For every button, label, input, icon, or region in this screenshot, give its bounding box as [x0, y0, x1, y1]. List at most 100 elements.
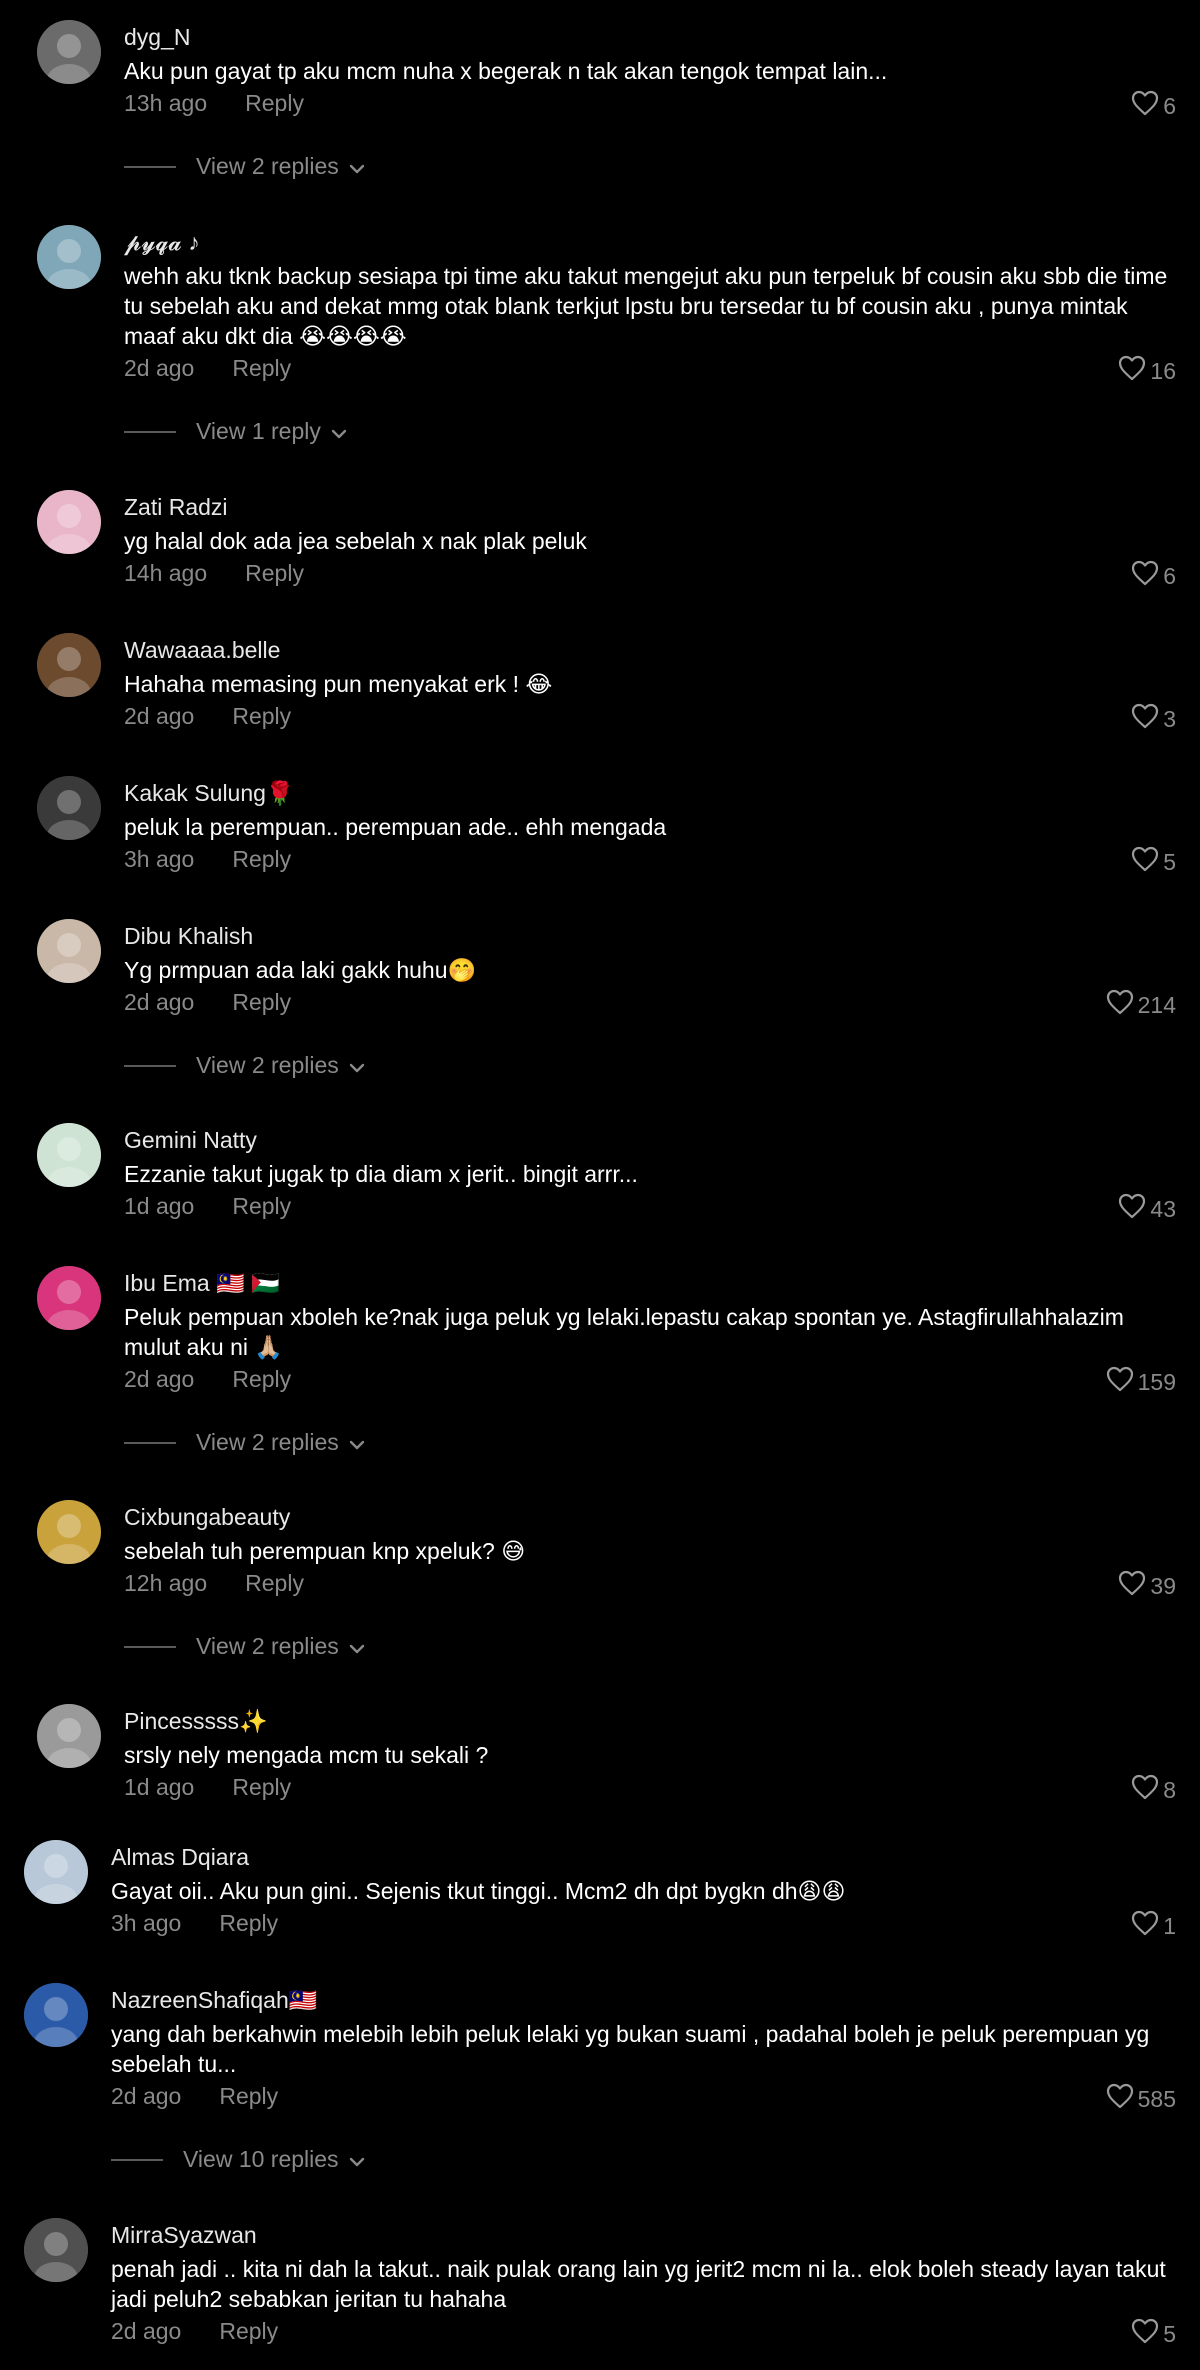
- comment-meta: 2d ago Reply: [124, 703, 291, 730]
- comment-timestamp: 3h ago: [111, 1910, 182, 1936]
- avatar[interactable]: [37, 1704, 101, 1768]
- comment-username[interactable]: Dibu Khalish: [124, 923, 253, 950]
- comment-username[interactable]: Ibu Ema 🇲🇾 🇵🇸: [124, 1270, 280, 1297]
- reply-button[interactable]: Reply: [219, 2318, 278, 2344]
- reply-button[interactable]: Reply: [232, 355, 291, 381]
- avatar-image: [37, 1266, 101, 1330]
- reply-button[interactable]: Reply: [232, 1774, 291, 1800]
- avatar-image: [37, 919, 101, 983]
- like-button[interactable]: 1: [1131, 1910, 1176, 1942]
- reply-button[interactable]: Reply: [232, 1193, 291, 1219]
- comment-username[interactable]: Gemini Natty: [124, 1127, 257, 1154]
- comment-text: Yg prmpuan ada laki gakk huhu🤭: [124, 957, 477, 983]
- comment-username[interactable]: dyg_N: [124, 24, 190, 51]
- comment-timestamp: 3h ago: [124, 846, 195, 872]
- avatar[interactable]: [37, 490, 101, 554]
- divider: [124, 1645, 176, 1648]
- comment-timestamp: 2d ago: [124, 1366, 195, 1392]
- chevron-down-icon: [339, 1633, 365, 1660]
- avatar-image: [37, 1500, 101, 1564]
- like-button[interactable]: 6: [1131, 560, 1176, 592]
- view-replies-label: View 1 reply: [196, 418, 321, 444]
- avatar[interactable]: [37, 776, 101, 840]
- like-button[interactable]: 5: [1131, 2318, 1176, 2350]
- comment-meta: 14h ago Reply: [124, 560, 304, 587]
- like-button[interactable]: 585: [1106, 2083, 1176, 2115]
- avatar[interactable]: [37, 1123, 101, 1187]
- reply-button[interactable]: Reply: [219, 2083, 278, 2109]
- comment-username[interactable]: 𝓹𝔂𝓺𝓪 ♪: [124, 229, 200, 256]
- chevron-down-icon: [339, 1429, 365, 1456]
- view-replies-button[interactable]: View 2 replies: [124, 153, 365, 180]
- view-replies-button[interactable]: View 2 replies: [124, 1633, 365, 1660]
- avatar[interactable]: [24, 1983, 88, 2047]
- heart-outline-icon: [1131, 1910, 1159, 1942]
- view-replies-label: View 10 replies: [183, 2146, 339, 2172]
- comment-username[interactable]: MirraSyazwan: [111, 2222, 257, 2249]
- divider: [124, 430, 176, 433]
- comment-meta: 12h ago Reply: [124, 1570, 304, 1597]
- comment-username[interactable]: Almas Dqiara: [111, 1844, 249, 1871]
- heart-outline-icon: [1131, 846, 1159, 878]
- heart-outline-icon: [1106, 989, 1134, 1021]
- comment-text: Aku pun gayat tp aku mcm nuha x begerak …: [124, 58, 888, 84]
- comment-username[interactable]: Kakak Sulung🌹: [124, 780, 295, 807]
- avatar[interactable]: [37, 1266, 101, 1330]
- reply-button[interactable]: Reply: [245, 1570, 304, 1596]
- view-replies-button[interactable]: View 2 replies: [124, 1052, 365, 1079]
- avatar-image: [37, 1704, 101, 1768]
- like-count: 8: [1163, 1776, 1176, 1803]
- comment-username[interactable]: Cixbungabeauty: [124, 1504, 290, 1531]
- comment-username[interactable]: Pincesssss✨: [124, 1708, 268, 1735]
- reply-button[interactable]: Reply: [232, 989, 291, 1015]
- avatar[interactable]: [37, 1500, 101, 1564]
- like-count: 16: [1150, 357, 1176, 384]
- divider: [111, 2158, 163, 2161]
- avatar-image: [37, 633, 101, 697]
- like-button[interactable]: 39: [1118, 1570, 1176, 1602]
- avatar[interactable]: [24, 1840, 88, 1904]
- view-replies-button[interactable]: View 1 reply: [124, 418, 347, 445]
- comment-text: peluk la perempuan.. perempuan ade.. ehh…: [124, 814, 667, 840]
- heart-outline-icon: [1131, 560, 1159, 592]
- chevron-down-icon: [339, 1052, 365, 1079]
- like-button[interactable]: 8: [1131, 1774, 1176, 1806]
- avatar[interactable]: [37, 633, 101, 697]
- comment-meta: 2d ago Reply: [124, 355, 291, 382]
- avatar[interactable]: [24, 2218, 88, 2282]
- like-button[interactable]: 3: [1131, 703, 1176, 735]
- like-button[interactable]: 43: [1118, 1193, 1176, 1225]
- heart-outline-icon: [1118, 1570, 1146, 1602]
- like-button[interactable]: 5: [1131, 846, 1176, 878]
- like-button[interactable]: 159: [1106, 1366, 1176, 1398]
- heart-outline-icon: [1131, 703, 1159, 735]
- comment-timestamp: 14h ago: [124, 560, 208, 586]
- reply-button[interactable]: Reply: [219, 1910, 278, 1936]
- reply-button[interactable]: Reply: [232, 703, 291, 729]
- comment-timestamp: 13h ago: [124, 90, 208, 116]
- comment-username[interactable]: NazreenShafiqah🇲🇾: [111, 1987, 317, 2014]
- like-button[interactable]: 214: [1106, 989, 1176, 1021]
- view-replies-button[interactable]: View 2 replies: [124, 1429, 365, 1456]
- comment-text: sebelah tuh perempuan knp xpeluk? 😅: [124, 1538, 526, 1564]
- heart-outline-icon: [1118, 1193, 1146, 1225]
- reply-button[interactable]: Reply: [232, 846, 291, 872]
- view-replies-label: View 2 replies: [196, 153, 339, 179]
- view-replies-button[interactable]: View 10 replies: [111, 2146, 365, 2173]
- comment-username[interactable]: Zati Radzi: [124, 494, 228, 521]
- comment-username[interactable]: Wawaaaa.belle: [124, 637, 280, 664]
- avatar[interactable]: [37, 20, 101, 84]
- like-button[interactable]: 6: [1131, 90, 1176, 122]
- like-count: 214: [1137, 991, 1176, 1018]
- like-count: 39: [1150, 1572, 1176, 1599]
- reply-button[interactable]: Reply: [245, 90, 304, 116]
- reply-button[interactable]: Reply: [232, 1366, 291, 1392]
- avatar[interactable]: [37, 919, 101, 983]
- view-replies-label: View 2 replies: [196, 1429, 339, 1455]
- divider: [124, 1441, 176, 1444]
- like-button[interactable]: 16: [1118, 355, 1176, 387]
- comment-timestamp: 2d ago: [124, 989, 195, 1015]
- avatar[interactable]: [37, 225, 101, 289]
- comment-timestamp: 2d ago: [111, 2083, 182, 2109]
- reply-button[interactable]: Reply: [245, 560, 304, 586]
